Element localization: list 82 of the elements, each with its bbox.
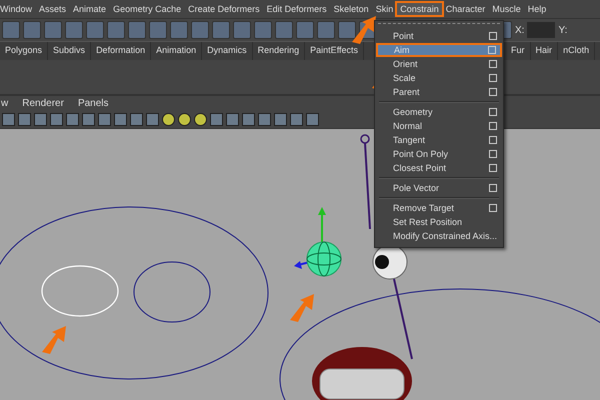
wireframe-sphere-drawing xyxy=(306,242,342,276)
panel-toolbar-icon[interactable] xyxy=(162,113,175,126)
toolbar-icon[interactable] xyxy=(86,21,104,39)
menu-item[interactable]: Geometry Cache xyxy=(110,3,184,15)
menu-entry[interactable]: Tangent xyxy=(375,133,503,147)
menu-entry[interactable]: Remove Target xyxy=(375,201,503,215)
toolbar-icon[interactable] xyxy=(233,21,251,39)
menu-entry[interactable]: Orient xyxy=(375,57,503,71)
toolbar-icon[interactable] xyxy=(107,21,125,39)
toolbar-icon[interactable] xyxy=(191,21,209,39)
panel-toolbar-icon[interactable] xyxy=(306,113,319,126)
toolbar-icon[interactable] xyxy=(128,21,146,39)
panel-toolbar-icon[interactable] xyxy=(242,113,255,126)
toolbar-icon[interactable] xyxy=(170,21,188,39)
panel-toolbar-icon[interactable] xyxy=(210,113,223,126)
option-box-icon[interactable] xyxy=(489,108,497,116)
menu-item[interactable]: Skin xyxy=(372,3,396,15)
panel-toolbar-icon[interactable] xyxy=(258,113,271,126)
menu-entry[interactable]: Scale xyxy=(375,71,503,85)
panel-toolbar-icon[interactable] xyxy=(2,113,15,126)
menu-entry[interactable]: Normal xyxy=(375,119,503,133)
panel-toolbar-icon[interactable] xyxy=(66,113,79,126)
toolbar-icon[interactable] xyxy=(23,21,41,39)
menu-item[interactable]: Character xyxy=(442,3,488,15)
menu-item[interactable]: Muscle xyxy=(489,3,524,15)
toolbar-icon[interactable] xyxy=(65,21,83,39)
panel-toolbar-icon[interactable] xyxy=(178,113,191,126)
panel-toolbar-icon[interactable] xyxy=(130,113,143,126)
toolbar-icon[interactable] xyxy=(338,21,356,39)
menu-item[interactable]: Help xyxy=(524,3,550,15)
menu-entry[interactable]: Parent xyxy=(375,85,503,99)
menu-entry[interactable]: Set Rest Position xyxy=(375,215,503,229)
option-box-icon[interactable] xyxy=(489,150,497,158)
menu-entry[interactable]: Closest Point xyxy=(375,161,503,175)
option-box-icon[interactable] xyxy=(489,32,497,40)
toolbar-icon[interactable] xyxy=(296,21,314,39)
menu-item[interactable]: Constrain xyxy=(397,3,442,15)
toolbar-icon[interactable] xyxy=(317,21,335,39)
panel-toolbar-icon[interactable] xyxy=(274,113,287,126)
panel-toolbar-icon[interactable] xyxy=(98,113,111,126)
toolbar-icon[interactable] xyxy=(2,21,20,39)
option-box-icon[interactable] xyxy=(488,46,496,54)
tear-off-line[interactable] xyxy=(378,23,500,27)
panel-menu-item[interactable]: Renderer xyxy=(22,98,64,109)
menu-item[interactable]: Edit Deformers xyxy=(264,3,330,15)
option-box-icon[interactable] xyxy=(489,204,497,212)
toolbar-icon[interactable] xyxy=(44,21,62,39)
x-field[interactable] xyxy=(527,22,556,38)
panel-toolbar-icon[interactable] xyxy=(226,113,239,126)
menu-entry[interactable]: Pole Vector xyxy=(375,181,503,195)
panel-toolbar-icon[interactable] xyxy=(146,113,159,126)
menu-item[interactable]: Window xyxy=(0,3,36,15)
panel-toolbar-icon[interactable] xyxy=(194,113,207,126)
panel-toolbar-icon[interactable] xyxy=(18,113,31,126)
panel-toolbar-icon[interactable] xyxy=(114,113,127,126)
panel-toolbar-icon[interactable] xyxy=(82,113,95,126)
menu-entry[interactable]: Point On Poly xyxy=(375,147,503,161)
toolbar-icon[interactable] xyxy=(254,21,272,39)
menu-entry[interactable]: Modify Constrained Axis... xyxy=(375,229,503,243)
option-box-icon[interactable] xyxy=(489,88,497,96)
menu-entry[interactable]: Geometry xyxy=(375,105,503,119)
option-box-icon[interactable] xyxy=(489,136,497,144)
panel-menu-item[interactable]: w xyxy=(1,98,8,109)
menu-item[interactable]: Skeleton xyxy=(330,3,372,15)
coordinate-label: X: xyxy=(515,24,524,36)
coordinate-label: Y: xyxy=(558,24,568,36)
menu-entry[interactable]: Point xyxy=(375,29,503,43)
option-box-icon[interactable] xyxy=(489,60,497,68)
option-box-icon[interactable] xyxy=(489,74,497,82)
option-box-icon[interactable] xyxy=(489,184,497,192)
toolbar-icon[interactable] xyxy=(212,21,230,39)
menu-item[interactable]: Animate xyxy=(70,3,110,15)
panel-toolbar-icon[interactable] xyxy=(290,113,303,126)
panel-toolbar-icon[interactable] xyxy=(50,113,63,126)
toolbar-icon[interactable] xyxy=(149,21,167,39)
panel-menu-item[interactable]: Panels xyxy=(78,98,109,109)
panel-toolbar-icon[interactable] xyxy=(34,113,47,126)
option-box-icon[interactable] xyxy=(489,164,497,172)
toolbar-icon[interactable] xyxy=(275,21,293,39)
menu-item[interactable]: Assets xyxy=(36,3,70,15)
menu-item[interactable]: Create Deformers xyxy=(185,3,263,15)
option-box-icon[interactable] xyxy=(489,122,497,130)
